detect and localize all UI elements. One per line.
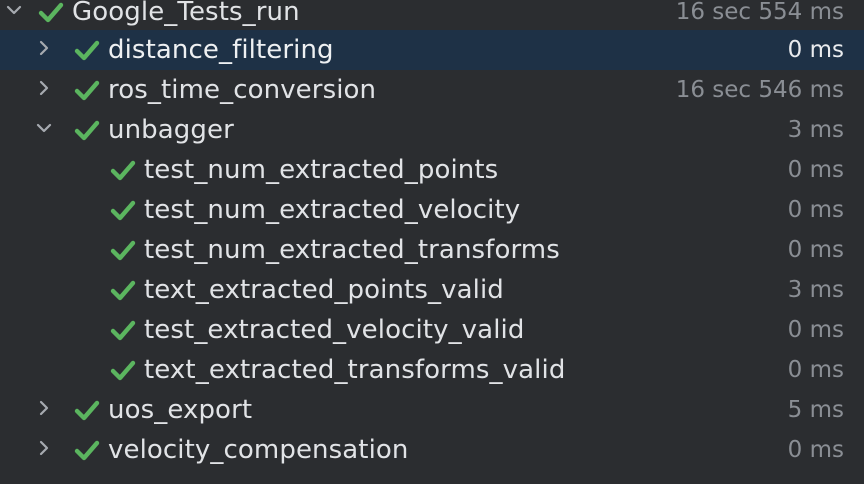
chevron-right-icon[interactable] (34, 38, 54, 58)
check-icon (110, 278, 136, 302)
test-suite-label: Google_Tests_run (72, 0, 300, 27)
check-icon (110, 198, 136, 222)
check-icon (74, 78, 100, 102)
tree-row-test-num-extracted-transforms[interactable]: test_num_extracted_transforms 0 ms (0, 230, 864, 270)
check-icon (110, 318, 136, 342)
test-case-label: text_extracted_points_valid (144, 275, 504, 305)
test-suite-label: unbagger (108, 115, 234, 145)
test-duration: 0 ms (787, 317, 844, 343)
test-duration: 0 ms (787, 197, 844, 223)
test-case-label: text_extracted_transforms_valid (144, 355, 566, 385)
test-duration: 0 ms (787, 437, 844, 463)
tree-row-uos-export[interactable]: uos_export 5 ms (0, 390, 864, 430)
test-duration: 0 ms (787, 357, 844, 383)
check-icon (110, 158, 136, 182)
test-suite-label: ros_time_conversion (108, 75, 377, 105)
test-case-label: test_num_extracted_velocity (144, 195, 521, 225)
check-icon (38, 0, 64, 24)
test-duration: 5 ms (787, 397, 844, 423)
test-duration: 3 ms (787, 277, 844, 303)
check-icon (74, 118, 100, 142)
check-icon (74, 438, 100, 462)
tree-row-distance-filtering[interactable]: distance_filtering 0 ms (0, 30, 864, 70)
test-results-tree: Google_Tests_run 16 sec 554 ms distance_… (0, 0, 864, 484)
tree-row-velocity-compensation[interactable]: velocity_compensation 0 ms (0, 430, 864, 470)
test-case-label: test_num_extracted_points (144, 155, 499, 185)
test-suite-label: velocity_compensation (108, 435, 409, 465)
test-case-label: test_num_extracted_transforms (144, 235, 560, 265)
test-suite-label: distance_filtering (108, 35, 334, 65)
tree-row-text-extracted-points-valid[interactable]: text_extracted_points_valid 3 ms (0, 270, 864, 310)
check-icon (110, 238, 136, 262)
test-duration: 16 sec 554 ms (675, 0, 844, 25)
tree-row-test-num-extracted-velocity[interactable]: test_num_extracted_velocity 0 ms (0, 190, 864, 230)
chevron-down-icon[interactable] (34, 118, 54, 138)
tree-row-test-extracted-velocity-valid[interactable]: test_extracted_velocity_valid 0 ms (0, 310, 864, 350)
test-suite-label: uos_export (108, 395, 253, 425)
test-duration: 0 ms (787, 37, 844, 63)
test-duration: 0 ms (787, 237, 844, 263)
tree-row-unbagger[interactable]: unbagger 3 ms (0, 110, 864, 150)
tree-row-test-num-extracted-points[interactable]: test_num_extracted_points 0 ms (0, 150, 864, 190)
check-icon (110, 358, 136, 382)
chevron-right-icon[interactable] (34, 438, 54, 458)
tree-row-google-tests-run[interactable]: Google_Tests_run 16 sec 554 ms (0, 0, 864, 32)
chevron-down-icon[interactable] (4, 0, 24, 20)
test-duration: 3 ms (787, 117, 844, 143)
check-icon (74, 398, 100, 422)
check-icon (74, 38, 100, 62)
test-case-label: test_extracted_velocity_valid (144, 315, 525, 345)
chevron-right-icon[interactable] (34, 78, 54, 98)
tree-row-text-extracted-transforms-valid[interactable]: text_extracted_transforms_valid 0 ms (0, 350, 864, 390)
test-duration: 16 sec 546 ms (675, 77, 844, 103)
tree-row-ros-time-conversion[interactable]: ros_time_conversion 16 sec 546 ms (0, 70, 864, 110)
test-duration: 0 ms (787, 157, 844, 183)
chevron-right-icon[interactable] (34, 398, 54, 418)
